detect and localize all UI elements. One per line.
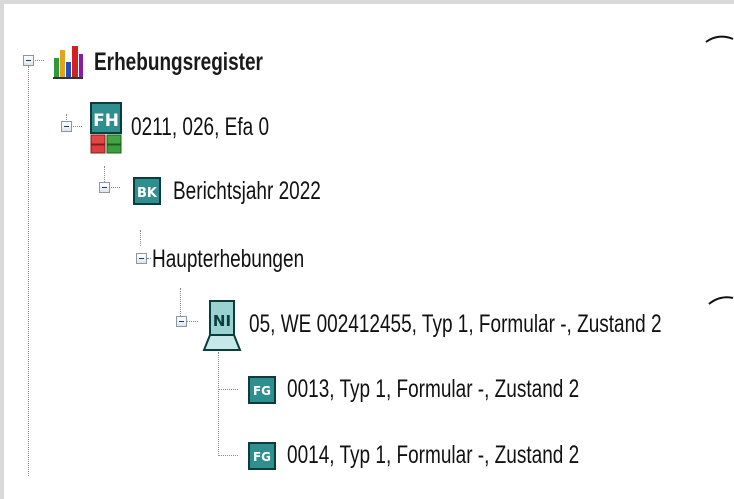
tree-node-label: 0014, Typ 1, Formular -, Zustand 2	[287, 441, 580, 469]
collapse-toggle[interactable]	[23, 55, 34, 66]
fg-icon: FG	[248, 376, 276, 404]
we-icon-text: NI	[213, 312, 231, 330]
bk-icon-text: BK	[137, 186, 158, 201]
tree-line	[218, 455, 238, 456]
pen-stroke	[705, 35, 734, 43]
fg-icon-text: FG	[253, 450, 271, 464]
tree-panel: Erhebungsregister FH 0211, 026, Efa 0 BK…	[4, 4, 734, 499]
tree-node-label: 0013, Typ 1, Formular -, Zustand 2	[287, 375, 580, 403]
tree-line	[180, 288, 181, 316]
tree-node-label: Erhebungsregister	[94, 48, 263, 76]
pen-stroke	[708, 296, 734, 305]
collapse-toggle[interactable]	[61, 121, 72, 132]
tree-line	[147, 258, 151, 259]
fg-icon-text: FG	[253, 384, 271, 398]
tree-node-label: 05, WE 002412455, Typ 1, Formular -, Zus…	[249, 310, 662, 338]
tree-node-label: Berichtsjahr 2022	[173, 177, 321, 205]
tree-line	[140, 230, 141, 246]
tree-node-label: 0211, 026, Efa 0	[131, 113, 270, 141]
collapse-toggle[interactable]	[136, 253, 147, 264]
tree-line	[104, 166, 105, 182]
fh-icon: FH	[90, 102, 122, 154]
collapse-toggle[interactable]	[99, 182, 110, 193]
tree-line	[218, 389, 238, 390]
tree-node-label: Haupterhebungen	[152, 245, 305, 273]
tree-line	[28, 66, 29, 476]
collapse-toggle[interactable]	[176, 316, 187, 327]
tree-line	[218, 352, 219, 456]
bk-icon: BK	[133, 177, 161, 205]
bar-chart-icon	[53, 46, 83, 79]
fh-icon-text: FH	[93, 111, 119, 131]
we-icon: NI	[202, 300, 242, 351]
fg-icon: FG	[248, 442, 276, 470]
